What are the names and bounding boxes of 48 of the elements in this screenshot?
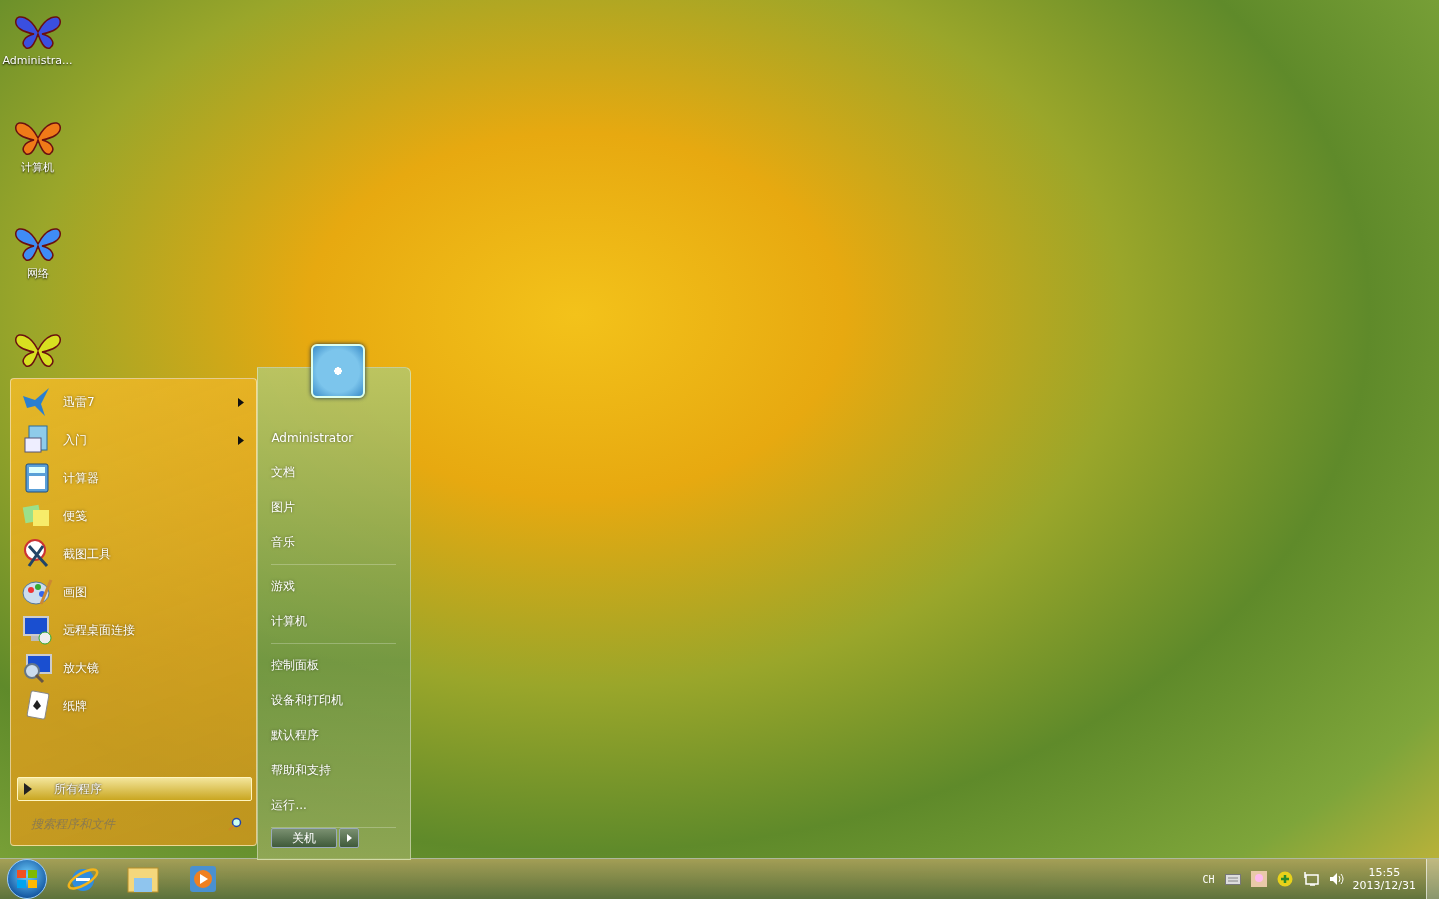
media-player-icon xyxy=(188,864,218,894)
magnifier-icon xyxy=(21,652,53,684)
program-item[interactable]: 截图工具 xyxy=(15,535,253,573)
search-icon xyxy=(228,817,243,831)
butterfly-icon xyxy=(13,120,62,156)
menu-link[interactable]: 设备和打印机 xyxy=(271,683,396,718)
butterfly-icon xyxy=(13,14,62,50)
program-item[interactable]: 迅雷7 xyxy=(15,383,253,421)
program-item[interactable]: 纸牌 xyxy=(15,687,253,725)
menu-link[interactable]: 计算机 xyxy=(271,604,396,639)
program-item[interactable]: 计算器 xyxy=(15,459,253,497)
language-indicator[interactable]: CH xyxy=(1202,873,1215,885)
all-programs-button[interactable]: 所有程序 xyxy=(17,777,253,801)
menu-link[interactable]: 文档 xyxy=(271,455,396,490)
butterfly-icon xyxy=(13,226,62,262)
volume-icon[interactable] xyxy=(1328,871,1345,887)
menu-link[interactable]: 运行... xyxy=(271,788,396,823)
clock[interactable]: 15:55 2013/12/31 xyxy=(1352,866,1416,892)
triangle-icon xyxy=(346,834,352,842)
program-item[interactable]: 远程桌面连接 xyxy=(15,611,253,649)
user-picture xyxy=(311,344,366,398)
plus-icon[interactable] xyxy=(1276,871,1293,887)
menu-link[interactable]: Administrator xyxy=(271,420,396,455)
program-item[interactable]: 便笺 xyxy=(15,497,253,535)
shutdown-button[interactable]: 关机 xyxy=(271,828,338,848)
menu-link[interactable]: 控制面板 xyxy=(271,648,396,683)
desktop-icon-label[interactable]: Administra... xyxy=(2,54,73,67)
windows-logo xyxy=(16,869,38,889)
menu-link[interactable]: 帮助和支持 xyxy=(271,753,396,788)
network-icon[interactable] xyxy=(1302,871,1319,887)
shutdown-options-button[interactable] xyxy=(339,828,360,848)
butterfly-icon xyxy=(13,332,62,368)
show-desktop-button[interactable] xyxy=(1426,859,1439,899)
avatar-icon[interactable] xyxy=(1250,871,1267,887)
start-button[interactable] xyxy=(7,859,47,899)
desktop-icon-label[interactable]: 网络 xyxy=(26,266,49,281)
program-item[interactable]: 放大镜 xyxy=(15,649,253,687)
menu-link[interactable]: 默认程序 xyxy=(271,718,396,753)
desktop-icon-label[interactable]: 计算机 xyxy=(21,160,54,175)
keyboard-icon[interactable] xyxy=(1224,873,1241,885)
menu-link[interactable]: 图片 xyxy=(271,490,396,525)
folder-icon xyxy=(126,864,160,894)
program-item[interactable]: 画图 xyxy=(15,573,253,611)
monitor-icon xyxy=(21,614,53,646)
program-item[interactable]: 入门 xyxy=(15,421,253,459)
menu-link[interactable]: 音乐 xyxy=(271,525,396,560)
menu-link[interactable]: 游戏 xyxy=(271,569,396,604)
triangle-icon xyxy=(24,783,32,795)
